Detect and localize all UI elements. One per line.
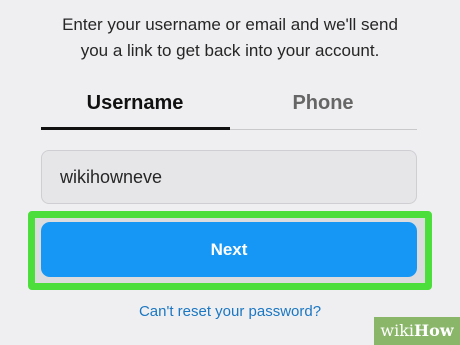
username-input[interactable]: wikihowneve (41, 150, 417, 204)
next-button[interactable]: Next (41, 222, 417, 277)
tab-username[interactable]: Username (41, 84, 229, 130)
wikihow-watermark: wikiHow (374, 317, 460, 345)
tab-bar: Username Phone (41, 84, 417, 132)
active-tab-indicator (41, 127, 230, 130)
watermark-wiki: wiki (380, 321, 415, 340)
tab-phone[interactable]: Phone (229, 84, 417, 130)
instructions-text: Enter your username or email and we'll s… (62, 15, 398, 60)
watermark-how: How (414, 321, 454, 340)
